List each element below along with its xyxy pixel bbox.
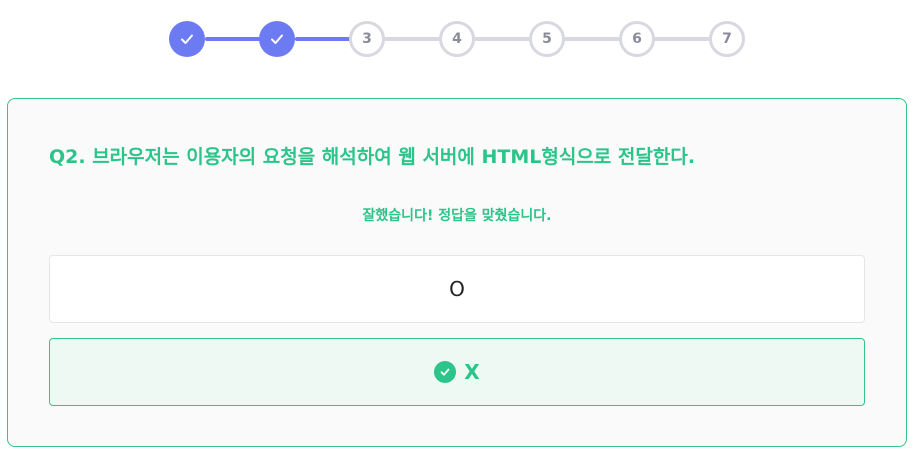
step-2[interactable] (259, 21, 295, 57)
step-5[interactable]: 5 (529, 21, 565, 57)
checkmark-icon (181, 34, 193, 44)
option-label: X (464, 360, 480, 384)
step-4[interactable]: 4 (439, 21, 475, 57)
step-6[interactable]: 6 (619, 21, 655, 57)
checkmark-icon (271, 34, 283, 44)
step-connector-todo (474, 37, 530, 41)
step-7[interactable]: 7 (709, 21, 745, 57)
step-connector-todo (384, 37, 440, 41)
progress-stepper: 3 4 5 6 7 (0, 0, 919, 80)
quiz-card: Q2. 브라우저는 이용자의 요청을 해석하여 웹 서버에 HTML형식으로 전… (7, 98, 907, 447)
check-circle-icon (434, 361, 457, 383)
answer-option-x[interactable]: X (49, 338, 865, 406)
step-1[interactable] (169, 21, 205, 57)
answer-option-o[interactable]: O (49, 255, 865, 323)
step-connector-todo (654, 37, 710, 41)
step-connector-todo (564, 37, 620, 41)
option-label: O (449, 277, 465, 301)
question-text: Q2. 브라우저는 이용자의 요청을 해석하여 웹 서버에 HTML형식으로 전… (49, 146, 696, 168)
feedback-message: 잘했습니다! 정답을 맞췄습니다. (362, 208, 552, 224)
step-3[interactable]: 3 (349, 21, 385, 57)
step-connector-done (295, 37, 351, 41)
